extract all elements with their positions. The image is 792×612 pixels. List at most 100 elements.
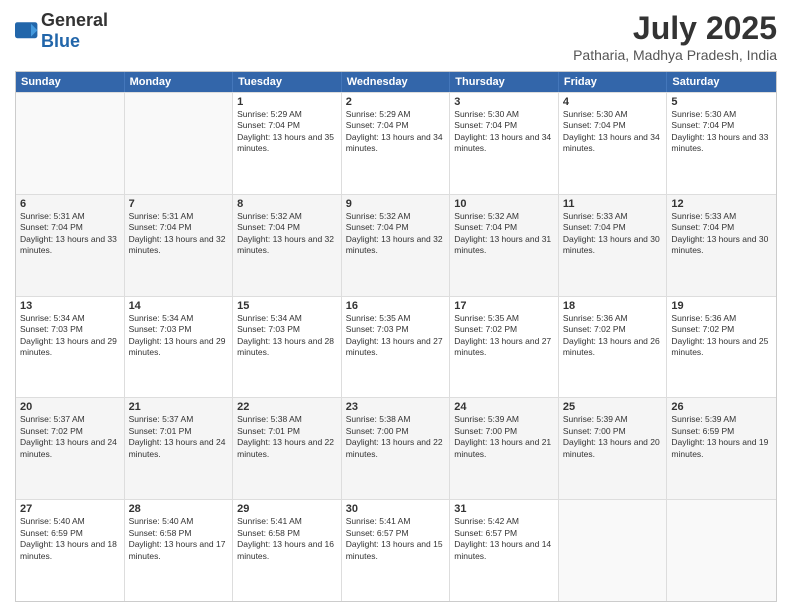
day-number: 18: [563, 300, 663, 312]
cal-cell: 24Sunrise: 5:39 AMSunset: 7:00 PMDayligh…: [450, 398, 559, 499]
day-number: 7: [129, 198, 229, 210]
cal-header-day: Wednesday: [342, 72, 451, 92]
day-info: Sunrise: 5:32 AMSunset: 7:04 PMDaylight:…: [237, 211, 337, 257]
cal-cell: [125, 93, 234, 194]
cal-cell: 22Sunrise: 5:38 AMSunset: 7:01 PMDayligh…: [233, 398, 342, 499]
day-number: 23: [346, 401, 446, 413]
day-number: 31: [454, 503, 554, 515]
day-info: Sunrise: 5:39 AMSunset: 7:00 PMDaylight:…: [454, 414, 554, 460]
cal-cell: 21Sunrise: 5:37 AMSunset: 7:01 PMDayligh…: [125, 398, 234, 499]
logo-general: General: [41, 10, 108, 30]
day-number: 28: [129, 503, 229, 515]
day-info: Sunrise: 5:34 AMSunset: 7:03 PMDaylight:…: [20, 313, 120, 359]
cal-cell: 19Sunrise: 5:36 AMSunset: 7:02 PMDayligh…: [667, 297, 776, 398]
cal-cell: 9Sunrise: 5:32 AMSunset: 7:04 PMDaylight…: [342, 195, 451, 296]
cal-cell: 31Sunrise: 5:42 AMSunset: 6:57 PMDayligh…: [450, 500, 559, 601]
calendar: SundayMondayTuesdayWednesdayThursdayFrid…: [15, 71, 777, 602]
day-number: 22: [237, 401, 337, 413]
cal-cell: [667, 500, 776, 601]
cal-cell: 28Sunrise: 5:40 AMSunset: 6:58 PMDayligh…: [125, 500, 234, 601]
day-info: Sunrise: 5:31 AMSunset: 7:04 PMDaylight:…: [20, 211, 120, 257]
day-number: 15: [237, 300, 337, 312]
cal-row: 1Sunrise: 5:29 AMSunset: 7:04 PMDaylight…: [16, 92, 776, 194]
cal-header-day: Thursday: [450, 72, 559, 92]
cal-cell: 2Sunrise: 5:29 AMSunset: 7:04 PMDaylight…: [342, 93, 451, 194]
cal-cell: 26Sunrise: 5:39 AMSunset: 6:59 PMDayligh…: [667, 398, 776, 499]
day-number: 24: [454, 401, 554, 413]
day-number: 25: [563, 401, 663, 413]
day-number: 10: [454, 198, 554, 210]
header: General Blue July 2025 Patharia, Madhya …: [15, 10, 777, 63]
cal-header-day: Saturday: [667, 72, 776, 92]
day-info: Sunrise: 5:35 AMSunset: 7:02 PMDaylight:…: [454, 313, 554, 359]
day-info: Sunrise: 5:29 AMSunset: 7:04 PMDaylight:…: [237, 109, 337, 155]
cal-cell: [16, 93, 125, 194]
day-info: Sunrise: 5:42 AMSunset: 6:57 PMDaylight:…: [454, 516, 554, 562]
day-number: 30: [346, 503, 446, 515]
cal-cell: 10Sunrise: 5:32 AMSunset: 7:04 PMDayligh…: [450, 195, 559, 296]
cal-cell: 15Sunrise: 5:34 AMSunset: 7:03 PMDayligh…: [233, 297, 342, 398]
page: General Blue July 2025 Patharia, Madhya …: [0, 0, 792, 612]
day-info: Sunrise: 5:37 AMSunset: 7:02 PMDaylight:…: [20, 414, 120, 460]
day-number: 2: [346, 96, 446, 108]
day-info: Sunrise: 5:33 AMSunset: 7:04 PMDaylight:…: [563, 211, 663, 257]
day-number: 17: [454, 300, 554, 312]
day-info: Sunrise: 5:36 AMSunset: 7:02 PMDaylight:…: [563, 313, 663, 359]
day-number: 21: [129, 401, 229, 413]
day-info: Sunrise: 5:30 AMSunset: 7:04 PMDaylight:…: [671, 109, 772, 155]
cal-cell: 14Sunrise: 5:34 AMSunset: 7:03 PMDayligh…: [125, 297, 234, 398]
cal-cell: 7Sunrise: 5:31 AMSunset: 7:04 PMDaylight…: [125, 195, 234, 296]
day-number: 12: [671, 198, 772, 210]
cal-cell: 5Sunrise: 5:30 AMSunset: 7:04 PMDaylight…: [667, 93, 776, 194]
cal-cell: 3Sunrise: 5:30 AMSunset: 7:04 PMDaylight…: [450, 93, 559, 194]
cal-header-day: Friday: [559, 72, 668, 92]
day-info: Sunrise: 5:35 AMSunset: 7:03 PMDaylight:…: [346, 313, 446, 359]
day-info: Sunrise: 5:38 AMSunset: 7:00 PMDaylight:…: [346, 414, 446, 460]
cal-row: 27Sunrise: 5:40 AMSunset: 6:59 PMDayligh…: [16, 499, 776, 601]
day-number: 26: [671, 401, 772, 413]
day-info: Sunrise: 5:38 AMSunset: 7:01 PMDaylight:…: [237, 414, 337, 460]
cal-cell: 29Sunrise: 5:41 AMSunset: 6:58 PMDayligh…: [233, 500, 342, 601]
cal-cell: 27Sunrise: 5:40 AMSunset: 6:59 PMDayligh…: [16, 500, 125, 601]
cal-cell: 20Sunrise: 5:37 AMSunset: 7:02 PMDayligh…: [16, 398, 125, 499]
day-info: Sunrise: 5:40 AMSunset: 6:58 PMDaylight:…: [129, 516, 229, 562]
logo-blue: Blue: [41, 31, 80, 51]
day-info: Sunrise: 5:39 AMSunset: 6:59 PMDaylight:…: [671, 414, 772, 460]
day-number: 14: [129, 300, 229, 312]
day-info: Sunrise: 5:30 AMSunset: 7:04 PMDaylight:…: [454, 109, 554, 155]
day-info: Sunrise: 5:39 AMSunset: 7:00 PMDaylight:…: [563, 414, 663, 460]
cal-row: 20Sunrise: 5:37 AMSunset: 7:02 PMDayligh…: [16, 397, 776, 499]
day-info: Sunrise: 5:29 AMSunset: 7:04 PMDaylight:…: [346, 109, 446, 155]
day-number: 13: [20, 300, 120, 312]
day-number: 16: [346, 300, 446, 312]
cal-cell: 12Sunrise: 5:33 AMSunset: 7:04 PMDayligh…: [667, 195, 776, 296]
logo: General Blue: [15, 10, 108, 52]
cal-header-day: Sunday: [16, 72, 125, 92]
day-info: Sunrise: 5:41 AMSunset: 6:57 PMDaylight:…: [346, 516, 446, 562]
day-number: 6: [20, 198, 120, 210]
cal-cell: 30Sunrise: 5:41 AMSunset: 6:57 PMDayligh…: [342, 500, 451, 601]
calendar-title: July 2025: [573, 10, 777, 47]
day-info: Sunrise: 5:34 AMSunset: 7:03 PMDaylight:…: [129, 313, 229, 359]
cal-header-day: Tuesday: [233, 72, 342, 92]
day-number: 5: [671, 96, 772, 108]
cal-cell: [559, 500, 668, 601]
day-info: Sunrise: 5:40 AMSunset: 6:59 PMDaylight:…: [20, 516, 120, 562]
cal-cell: 6Sunrise: 5:31 AMSunset: 7:04 PMDaylight…: [16, 195, 125, 296]
cal-cell: 16Sunrise: 5:35 AMSunset: 7:03 PMDayligh…: [342, 297, 451, 398]
day-number: 27: [20, 503, 120, 515]
day-number: 19: [671, 300, 772, 312]
day-info: Sunrise: 5:37 AMSunset: 7:01 PMDaylight:…: [129, 414, 229, 460]
cal-cell: 8Sunrise: 5:32 AMSunset: 7:04 PMDaylight…: [233, 195, 342, 296]
cal-cell: 25Sunrise: 5:39 AMSunset: 7:00 PMDayligh…: [559, 398, 668, 499]
day-number: 4: [563, 96, 663, 108]
day-number: 20: [20, 401, 120, 413]
day-info: Sunrise: 5:33 AMSunset: 7:04 PMDaylight:…: [671, 211, 772, 257]
header-right: July 2025 Patharia, Madhya Pradesh, Indi…: [573, 10, 777, 63]
cal-cell: 1Sunrise: 5:29 AMSunset: 7:04 PMDaylight…: [233, 93, 342, 194]
calendar-body: 1Sunrise: 5:29 AMSunset: 7:04 PMDaylight…: [16, 92, 776, 601]
day-info: Sunrise: 5:32 AMSunset: 7:04 PMDaylight:…: [454, 211, 554, 257]
day-info: Sunrise: 5:41 AMSunset: 6:58 PMDaylight:…: [237, 516, 337, 562]
cal-cell: 17Sunrise: 5:35 AMSunset: 7:02 PMDayligh…: [450, 297, 559, 398]
cal-cell: 4Sunrise: 5:30 AMSunset: 7:04 PMDaylight…: [559, 93, 668, 194]
